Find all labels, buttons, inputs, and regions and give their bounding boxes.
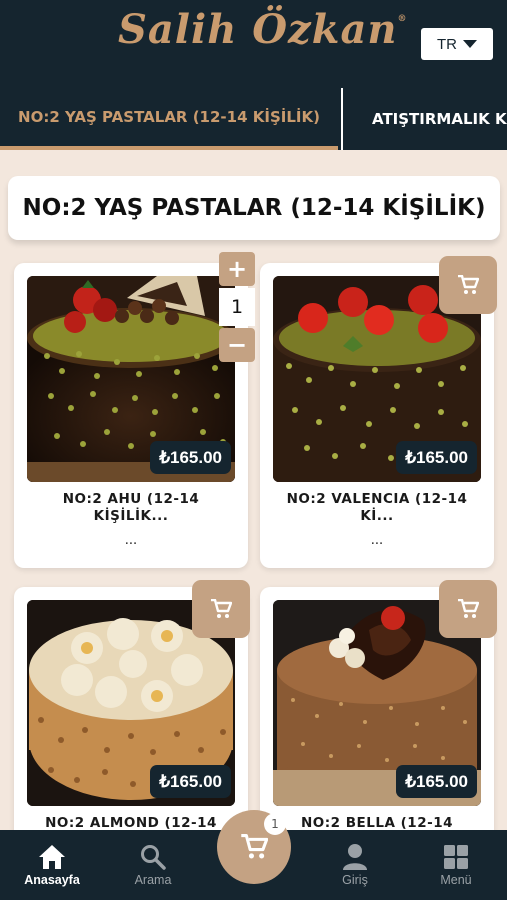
price-badge: ₺165.00 — [396, 441, 477, 474]
language-selector[interactable]: TR — [421, 28, 493, 60]
price-badge: ₺165.00 — [150, 441, 231, 474]
cart-icon — [458, 599, 479, 618]
nav-label: Anasayfa — [24, 873, 80, 887]
nav-label: Arama — [134, 873, 172, 887]
quantity-value: 1 — [219, 288, 255, 326]
nav-search[interactable]: Arama — [103, 830, 203, 900]
nav-label: Giriş — [342, 873, 368, 887]
product-description: ... — [124, 533, 138, 548]
product-name: NO:2 VALENCIA (12-14 Kİ... — [286, 491, 468, 524]
nav-login[interactable]: Giriş — [305, 830, 405, 900]
grid-menu-icon — [441, 842, 471, 872]
product-image[interactable]: ₺165.00 — [27, 276, 235, 482]
nav-home[interactable]: Anasayfa — [2, 830, 102, 900]
app-header: Salih Özkan® TR NO:2 YAŞ PASTALAR (12-14… — [0, 0, 507, 150]
brand-logo-text: Salih Özkan — [118, 6, 398, 53]
section-title: NO:2 YAŞ PASTALAR (12-14 KİŞİLİK) — [8, 176, 500, 240]
caret-down-icon — [463, 40, 477, 48]
cart-icon — [211, 599, 232, 618]
registered-mark: ® — [397, 14, 408, 24]
cart-count-badge: 1 — [264, 813, 286, 835]
product-name: NO:2 AHU (12-14 KİŞİLİK... — [62, 491, 200, 524]
price-badge: ₺165.00 — [150, 765, 231, 798]
nav-menu[interactable]: Menü — [406, 830, 506, 900]
add-to-cart-button[interactable] — [192, 580, 250, 638]
quantity-stepper[interactable]: + 1 − — [219, 252, 255, 362]
tab-no2-yas-pastalar[interactable]: NO:2 YAŞ PASTALAR (12-14 KİŞİLİK) — [0, 88, 338, 150]
search-icon — [138, 842, 168, 872]
price-badge: ₺165.00 — [396, 765, 477, 798]
brand-logo[interactable]: Salih Özkan® — [118, 6, 407, 53]
nav-label: Menü — [440, 873, 472, 887]
tab-divider — [341, 88, 343, 150]
user-icon — [340, 842, 370, 872]
add-to-cart-button[interactable] — [439, 256, 497, 314]
product-card[interactable]: ₺165.00 NO:2 AHU (12-14 KİŞİLİK... ... — [14, 263, 248, 568]
tab-label: ATIŞTIRMALIK KA — [372, 110, 507, 128]
tab-atistirmalik[interactable]: ATIŞTIRMALIK KA — [372, 88, 507, 150]
language-value: TR — [437, 35, 457, 53]
product-description: ... — [370, 533, 384, 548]
increment-button[interactable]: + — [219, 252, 255, 286]
category-tabs: NO:2 YAŞ PASTALAR (12-14 KİŞİLİK) ATIŞTI… — [0, 88, 507, 150]
add-to-cart-button[interactable] — [439, 580, 497, 638]
tab-label: NO:2 YAŞ PASTALAR (12-14 KİŞİLİK) — [18, 108, 320, 126]
cart-icon — [241, 834, 268, 859]
cart-icon — [458, 275, 479, 294]
decrement-button[interactable]: − — [219, 328, 255, 362]
home-icon — [37, 842, 67, 872]
